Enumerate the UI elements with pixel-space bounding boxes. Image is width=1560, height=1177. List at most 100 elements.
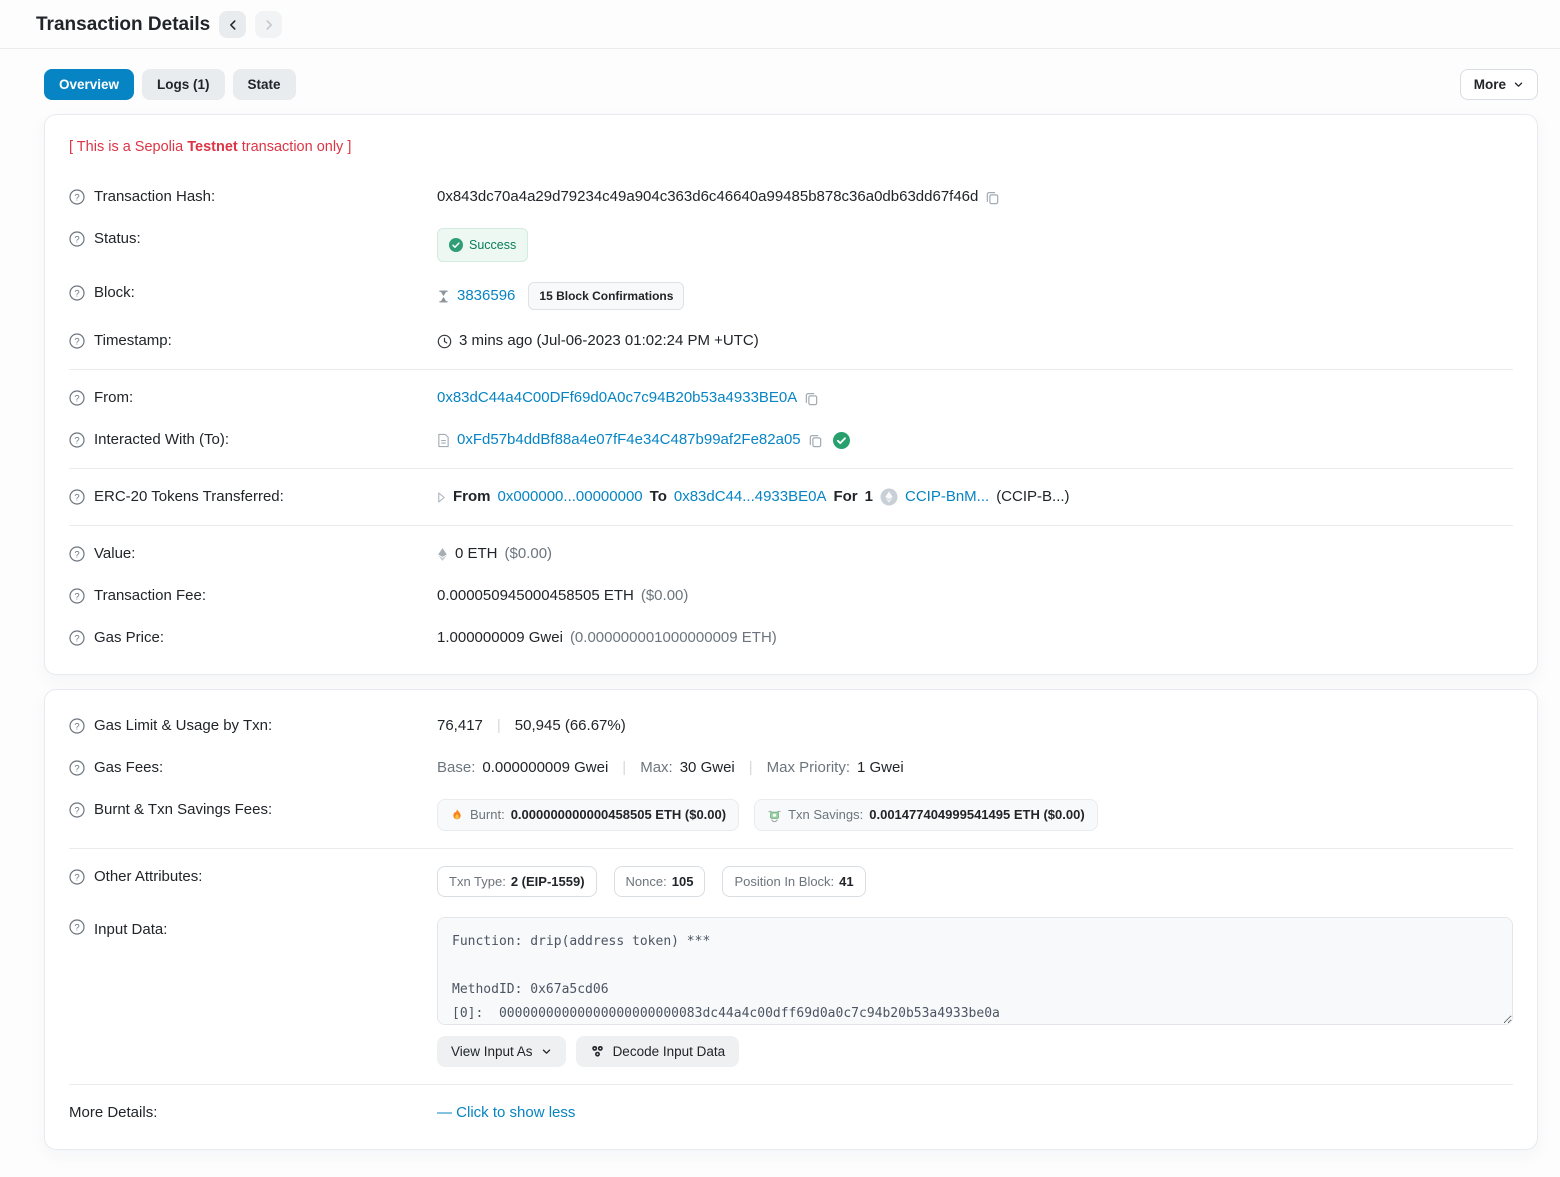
gas-used: 50,945 (66.67%): [515, 715, 626, 737]
gas-limit: 76,417: [437, 715, 483, 737]
question-circle-icon[interactable]: ?: [69, 588, 85, 604]
question-circle-icon[interactable]: ?: [69, 333, 85, 349]
block-number-link[interactable]: 3836596: [457, 285, 515, 307]
transaction-hash-value: 0x843dc70a4a29d79234c49a904c363d6c46640a…: [437, 186, 978, 208]
more-details-label: More Details:: [69, 1102, 157, 1124]
from-address-link[interactable]: 0x83dC44a4C00DFf69d0A0c7c94B20b53a4933BE…: [437, 387, 797, 409]
next-transaction-button[interactable]: [255, 11, 282, 38]
separator: |: [749, 757, 753, 779]
row-status: ? Status: Success: [69, 218, 1513, 272]
token-name-link[interactable]: CCIP-BnM...: [905, 486, 989, 508]
previous-transaction-button[interactable]: [219, 11, 246, 38]
chevron-left-icon: [226, 18, 240, 32]
decode-input-data-button[interactable]: Decode Input Data: [576, 1036, 740, 1067]
details-card: ? Gas Limit & Usage by Txn: 76,417 | 50,…: [44, 689, 1538, 1150]
gas-price-eth: (0.000000001000000009 ETH): [570, 627, 777, 649]
txn-type-label: Txn Type:: [449, 874, 506, 889]
eth-diamond-icon: [437, 547, 448, 562]
page-header: Transaction Details: [0, 0, 1560, 48]
row-interacted-with: ? Interacted With (To): 0xFd57b4ddBf88a4…: [69, 419, 1513, 461]
question-circle-icon[interactable]: ?: [69, 285, 85, 301]
erc20-transfer-item: From 0x000000...00000000 To 0x83dC44...4…: [437, 486, 1513, 508]
burnt-fee-pill: Burnt: 0.000000000000458505 ETH ($0.00): [437, 799, 739, 831]
tab-overview[interactable]: Overview: [44, 69, 134, 100]
transfer-from-address-link[interactable]: 0x000000...00000000: [498, 486, 643, 508]
txn-type-value: 2 (EIP-1559): [511, 874, 585, 889]
question-circle-icon[interactable]: ?: [69, 489, 85, 505]
file-document-icon: [437, 433, 450, 448]
tab-logs[interactable]: Logs (1): [142, 69, 225, 100]
erc20-transfers-label: ERC-20 Tokens Transferred:: [94, 486, 284, 508]
group-from-to: ? From: 0x83dC44a4C00DFf69d0A0c7c94B20b5…: [69, 369, 1513, 468]
svg-text:?: ?: [74, 336, 79, 347]
question-circle-icon[interactable]: ?: [69, 718, 85, 734]
question-circle-icon[interactable]: ?: [69, 919, 85, 935]
question-circle-icon[interactable]: ?: [69, 432, 85, 448]
group-more-details: More Details: — Click to show less: [69, 1084, 1513, 1141]
transfer-to-address-link[interactable]: 0x83dC44...4933BE0A: [674, 486, 827, 508]
txn-savings-label: Txn Savings:: [788, 807, 863, 823]
question-circle-icon[interactable]: ?: [69, 231, 85, 247]
svg-text:?: ?: [74, 435, 79, 446]
question-circle-icon[interactable]: ?: [69, 390, 85, 406]
question-circle-icon[interactable]: ?: [69, 189, 85, 205]
more-dropdown-button[interactable]: More: [1460, 69, 1538, 100]
input-data-textarea[interactable]: Function: drip(address token) *** Method…: [437, 917, 1513, 1025]
copy-icon[interactable]: [808, 433, 823, 448]
tab-state[interactable]: State: [233, 69, 296, 100]
question-circle-icon[interactable]: ?: [69, 630, 85, 646]
nonce-badge: Nonce: 105: [614, 866, 706, 897]
token-symbol: (CCIP-B...): [996, 486, 1069, 508]
txn-savings-value: 0.001477404999541495 ETH ($0.00): [869, 807, 1084, 823]
block-label: Block:: [94, 282, 135, 304]
nonce-value: 105: [672, 874, 694, 889]
from-label: From:: [94, 387, 133, 409]
question-circle-icon[interactable]: ?: [69, 869, 85, 885]
hourglass-icon: [437, 289, 450, 304]
other-attributes-label: Other Attributes:: [94, 866, 202, 888]
question-circle-icon[interactable]: ?: [69, 802, 85, 818]
question-circle-icon[interactable]: ?: [69, 760, 85, 776]
molecule-icon: [590, 1044, 605, 1059]
position-in-block-badge: Position In Block: 41: [722, 866, 865, 897]
question-circle-icon[interactable]: ?: [69, 546, 85, 562]
value-eth: 0 ETH: [455, 543, 498, 565]
row-other-attributes: ? Other Attributes: Txn Type: 2 (EIP-155…: [69, 856, 1513, 907]
interacted-with-label: Interacted With (To):: [94, 429, 229, 451]
position-in-block-value: 41: [839, 874, 853, 889]
transfer-from-label: From: [453, 486, 491, 508]
tabs-bar: Overview Logs (1) State More: [0, 49, 1560, 100]
check-badge-icon: [449, 238, 463, 252]
copy-icon[interactable]: [985, 190, 1000, 205]
txn-type-badge: Txn Type: 2 (EIP-1559): [437, 866, 597, 897]
burnt-savings-label: Burnt & Txn Savings Fees:: [94, 799, 272, 821]
fire-icon: [450, 808, 464, 823]
svg-text:?: ?: [74, 872, 79, 883]
svg-text:?: ?: [74, 393, 79, 404]
burnt-value: 0.000000000000458505 ETH ($0.00): [511, 807, 726, 823]
base-fee-value: 0.000000009 Gwei: [482, 757, 608, 779]
gas-price-label: Gas Price:: [94, 627, 164, 649]
view-input-as-button[interactable]: View Input As: [437, 1036, 566, 1067]
show-less-toggle[interactable]: — Click to show less: [437, 1102, 575, 1124]
group-value-fees: ? Value: 0 ETH ($0.00) ? Transaction Fee…: [69, 525, 1513, 666]
position-in-block-label: Position In Block:: [734, 874, 834, 889]
block-confirmations-badge: 15 Block Confirmations: [528, 282, 684, 310]
copy-icon[interactable]: [804, 391, 819, 406]
row-value: ? Value: 0 ETH ($0.00): [69, 533, 1513, 575]
max-fee-value: 30 Gwei: [680, 757, 735, 779]
gas-limit-usage-label: Gas Limit & Usage by Txn:: [94, 715, 272, 737]
row-burnt-savings: ? Burnt & Txn Savings Fees: Burnt: 0.000…: [69, 789, 1513, 841]
status-label: Status:: [94, 228, 141, 250]
svg-text:?: ?: [74, 922, 79, 933]
svg-text:?: ?: [74, 633, 79, 644]
transaction-hash-label: Transaction Hash:: [94, 186, 215, 208]
overview-card: [ This is a Sepolia Testnet transaction …: [44, 114, 1538, 675]
to-address-link[interactable]: 0xFd57b4ddBf88a4e07fF4e34C487b99af2Fe82a…: [457, 429, 801, 451]
row-more-details: More Details: — Click to show less: [69, 1092, 1513, 1134]
money-with-wings-icon: [767, 808, 782, 823]
svg-text:?: ?: [74, 763, 79, 774]
chevron-down-icon: [541, 1046, 552, 1057]
svg-text:?: ?: [74, 721, 79, 732]
row-block: ? Block: 3836596 15 Block Confirmations: [69, 272, 1513, 320]
